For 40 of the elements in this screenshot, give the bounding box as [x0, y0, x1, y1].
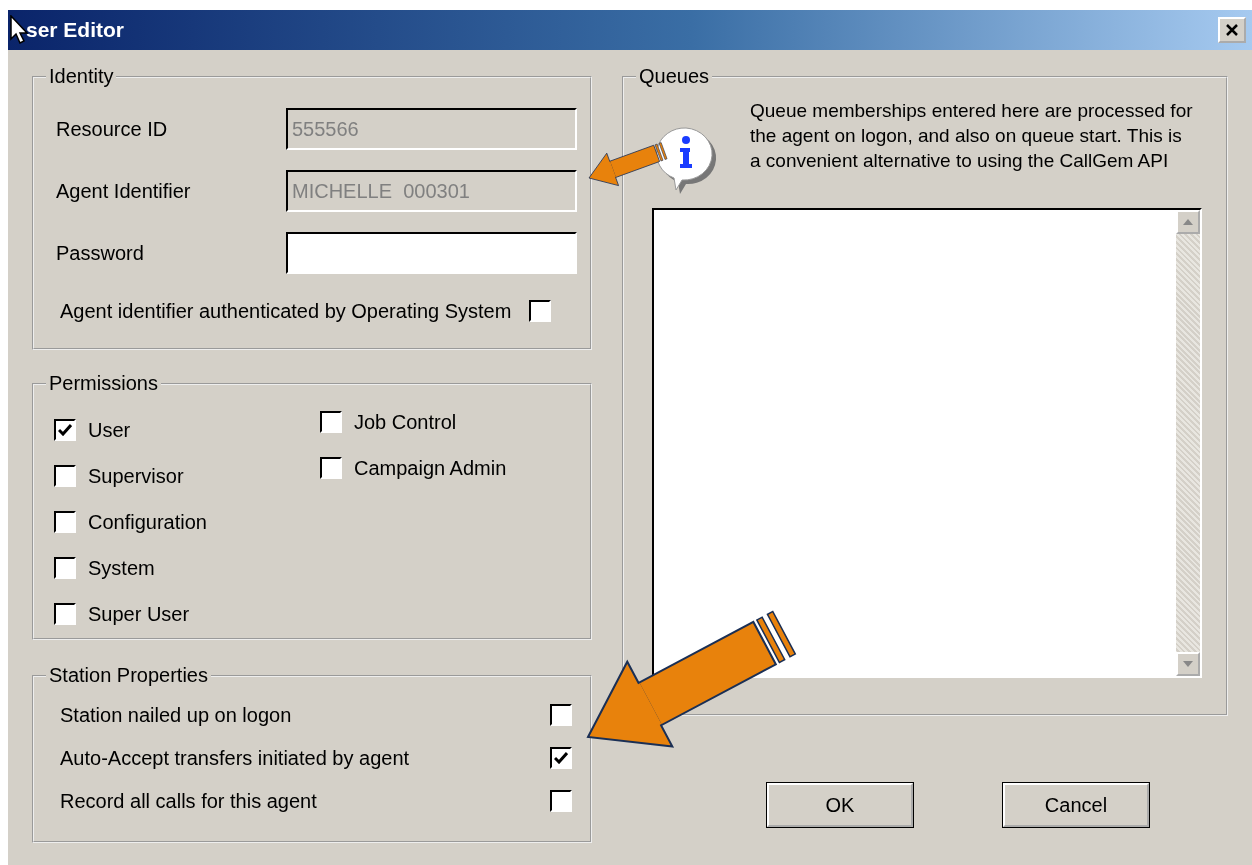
- field-label: Resource ID: [55, 117, 169, 142]
- checkbox-label: Station nailed up on logon: [60, 702, 292, 728]
- checkbox[interactable]: [54, 511, 76, 533]
- up-arrow-icon: [1183, 219, 1193, 225]
- checkbox[interactable]: [320, 411, 342, 433]
- checkbox[interactable]: [550, 789, 572, 812]
- checkbox[interactable]: [54, 465, 76, 487]
- checkbox[interactable]: [320, 457, 342, 479]
- checkbox-label: Configuration: [88, 510, 207, 535]
- check-icon: [58, 424, 72, 436]
- checkbox-label: Campaign Admin: [354, 456, 507, 481]
- checkbox-label: Agent identifier authenticated by Operating System: [60, 299, 512, 324]
- window-title: ser Editor: [26, 17, 125, 44]
- checkbox-label: Supervisor: [88, 464, 184, 489]
- checkbox-label: Super User: [88, 602, 190, 627]
- field-label: Password: [55, 241, 145, 266]
- field-label: Agent Identifier: [55, 179, 192, 204]
- ok-button[interactable]: OK: [767, 783, 913, 827]
- checkbox-label: Record all calls for this agent: [60, 788, 317, 814]
- down-arrow-icon: [1183, 661, 1193, 667]
- scroll-down-button[interactable]: [1176, 652, 1200, 676]
- close-icon: [1225, 23, 1239, 37]
- checkbox[interactable]: [529, 300, 552, 322]
- close-button[interactable]: [1218, 17, 1246, 43]
- check-icon: [554, 751, 568, 764]
- checkbox[interactable]: [54, 557, 76, 579]
- scrollbar[interactable]: [1176, 210, 1200, 676]
- queue-list[interactable]: [652, 208, 1202, 678]
- checkbox-label: System: [88, 556, 155, 581]
- input-field[interactable]: [286, 232, 577, 274]
- checkbox[interactable]: [54, 603, 76, 625]
- checkbox-label: Job Control: [354, 410, 457, 435]
- checkbox-label: Auto-Accept transfers initiated by agent: [60, 745, 410, 771]
- info-text: Queue memberships entered here are processed for the agent on logon, and also on queue start. This is a convenient alternative to using the CallGem API: [750, 99, 1194, 173]
- checkbox[interactable]: [550, 703, 572, 726]
- checkbox[interactable]: [550, 746, 572, 769]
- cancel-button[interactable]: Cancel: [1003, 783, 1149, 827]
- scroll-up-button[interactable]: [1176, 210, 1200, 234]
- checkbox[interactable]: [54, 419, 76, 441]
- checkbox-label: User: [88, 418, 131, 443]
